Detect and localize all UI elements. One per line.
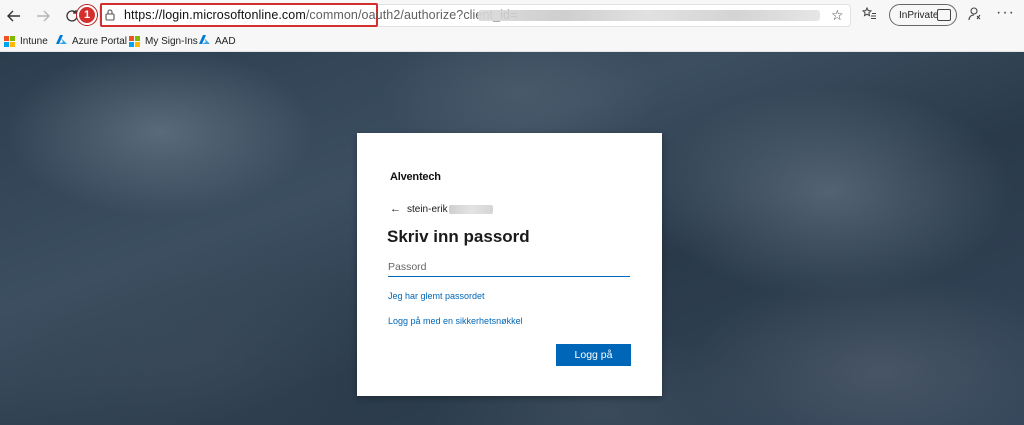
lock-icon[interactable] (104, 8, 116, 26)
favorite-my-sign-ins[interactable]: My Sign-Ins (129, 33, 198, 49)
url-path: /common/oauth2 (305, 8, 401, 22)
forgot-password-link[interactable]: Jeg har glemt passordet (388, 291, 485, 301)
sign-in-button[interactable]: Logg på (556, 344, 631, 366)
favorites-bar: Intune Azure Portal My Sign-Ins AAD (0, 31, 1024, 52)
favorite-label: AAD (215, 35, 236, 47)
favorite-azure-portal[interactable]: Azure Portal (56, 33, 127, 49)
favorite-label: Intune (20, 35, 48, 47)
star-icon[interactable]: ☆ (831, 7, 844, 24)
url-host: https://login.microsoftonline.com (124, 8, 306, 22)
step-badge: 1 (77, 5, 97, 25)
back-arrow-icon[interactable]: ← (390, 203, 401, 215)
forward-icon[interactable] (32, 5, 54, 27)
page-title: Skriv inn passord (387, 227, 530, 246)
login-card: Alventech ← stein-erik Skriv inn passord… (357, 133, 662, 396)
azure-icon (199, 34, 210, 48)
inprivate-label: InPrivate (899, 9, 939, 21)
company-logo: Alventech (390, 171, 441, 183)
username-label: stein-erik (407, 203, 448, 215)
inprivate-icon (937, 9, 951, 21)
favorites-icon[interactable] (861, 6, 877, 25)
favorite-label: My Sign-Ins (145, 35, 198, 47)
browser-toolbar: https://login.microsoftonline.com/common… (0, 0, 1024, 31)
back-to-username[interactable]: ← stein-erik (390, 203, 493, 215)
favorite-label: Azure Portal (72, 35, 128, 47)
security-key-link[interactable]: Logg på med en sikkerhetsnøkkel (388, 316, 523, 326)
azure-icon (56, 34, 67, 48)
feedback-icon[interactable] (967, 6, 983, 26)
microsoft-logo-icon (129, 35, 140, 47)
url-text[interactable]: https://login.microsoftonline.com/common… (124, 8, 517, 22)
more-options-icon[interactable]: ··· (996, 4, 1015, 22)
favorite-intune[interactable]: Intune (4, 33, 48, 49)
back-icon[interactable] (3, 5, 25, 27)
url-redacted (478, 10, 820, 21)
inprivate-button[interactable]: InPrivate (889, 4, 957, 26)
favorite-aad[interactable]: AAD (199, 33, 236, 49)
password-input[interactable] (388, 257, 630, 277)
microsoft-logo-icon (4, 35, 15, 47)
username-redacted (448, 204, 493, 214)
